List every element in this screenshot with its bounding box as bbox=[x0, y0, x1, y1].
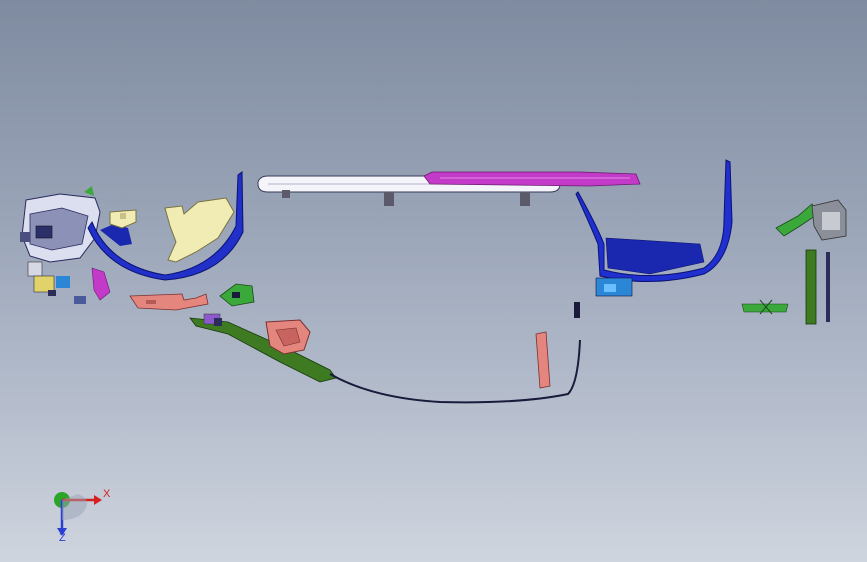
left-lower-brackets[interactable] bbox=[27, 261, 111, 304]
cad-3d-viewport[interactable]: X Z bbox=[0, 0, 867, 562]
inner-fender-panel[interactable] bbox=[109, 197, 235, 263]
z-axis-label: Z bbox=[59, 532, 66, 544]
right-vertical-mounting-rail[interactable] bbox=[805, 249, 830, 325]
upper-cover-strip[interactable] bbox=[423, 171, 641, 187]
left-bumper-corner-part[interactable] bbox=[20, 186, 101, 263]
exploded-bumper-assembly[interactable] bbox=[0, 0, 867, 562]
right-headlamp-bracket[interactable] bbox=[775, 199, 847, 241]
small-clip-strip[interactable] bbox=[741, 299, 789, 315]
x-axis-label: X bbox=[103, 488, 111, 500]
orientation-triad-labels: X Z bbox=[48, 482, 118, 547]
lower-support-bracket[interactable] bbox=[129, 293, 209, 311]
right-lower-brackets[interactable] bbox=[574, 277, 633, 318]
right-reflector[interactable] bbox=[535, 331, 551, 389]
lower-grille-strip[interactable] bbox=[189, 313, 337, 383]
center-left-mount-bracket[interactable] bbox=[219, 283, 255, 307]
